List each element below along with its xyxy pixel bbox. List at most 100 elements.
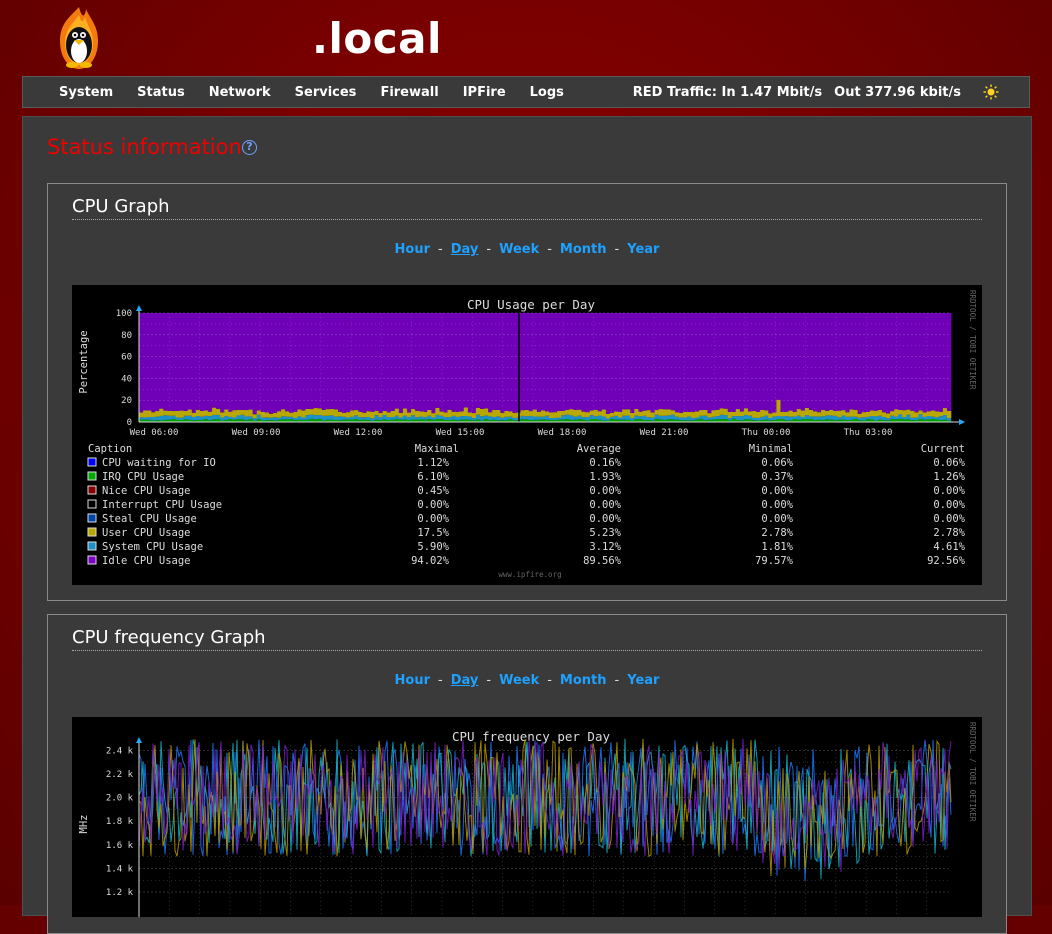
idle-area-segment: [334, 313, 338, 409]
area-segment: [192, 413, 196, 417]
idle-area-segment: [569, 313, 573, 409]
area-segment: [293, 412, 297, 418]
area-segment: [444, 412, 448, 417]
area-segment: [427, 410, 431, 416]
area-segment: [366, 417, 370, 420]
area-segment: [728, 418, 732, 420]
area-segment: [724, 415, 728, 419]
area-segment: [557, 420, 561, 422]
area-segment: [638, 412, 642, 417]
idle-area-segment: [638, 313, 642, 412]
area-segment: [720, 415, 724, 420]
area-segment: [659, 419, 663, 421]
area-segment: [399, 413, 403, 418]
area-segment: [143, 420, 147, 422]
legend-value: 4.61%: [933, 541, 965, 553]
idle-area-segment: [573, 313, 577, 410]
area-segment: [829, 415, 833, 419]
idle-area-segment: [216, 313, 220, 409]
area-segment: [675, 412, 679, 417]
area-segment: [224, 416, 228, 420]
range-month-link[interactable]: Month: [560, 242, 607, 257]
nav-item-ipfire[interactable]: IPFire: [463, 85, 506, 100]
area-segment: [927, 419, 931, 421]
area-segment: [910, 418, 914, 420]
area-segment: [220, 412, 224, 417]
freq-plot-area: [139, 739, 951, 917]
legend-swatch: [88, 486, 96, 494]
area-segment: [541, 417, 545, 420]
idle-area-segment: [322, 313, 326, 410]
legend-swatch: [88, 500, 96, 508]
area-segment: [423, 417, 427, 419]
nav-item-system[interactable]: System: [59, 85, 113, 100]
area-segment: [513, 413, 517, 418]
x-tick-label: Wed 09:00: [232, 428, 281, 438]
area-segment: [582, 412, 586, 418]
idle-area-segment: [232, 313, 236, 410]
idle-area-segment: [906, 313, 910, 410]
area-segment: [326, 409, 330, 416]
area-segment: [801, 417, 805, 419]
idle-area-segment: [208, 313, 212, 412]
area-segment: [265, 412, 269, 417]
area-segment: [228, 419, 232, 422]
idle-area-segment: [521, 313, 525, 410]
area-segment: [667, 409, 671, 415]
range-day-link[interactable]: Day: [451, 673, 479, 688]
range-hour-link[interactable]: Hour: [395, 673, 430, 688]
area-segment: [914, 417, 918, 420]
idle-area-segment: [687, 313, 691, 412]
nav-item-network[interactable]: Network: [209, 85, 271, 100]
range-day-link[interactable]: Day: [451, 242, 479, 257]
area-segment: [659, 416, 663, 420]
area-segment: [878, 410, 882, 416]
area-segment: [257, 415, 261, 419]
legend-value: 0.00%: [589, 499, 621, 511]
idle-area-segment: [427, 313, 431, 410]
idle-area-segment: [159, 313, 163, 409]
range-hour-link[interactable]: Hour: [395, 242, 430, 257]
idle-area-segment: [456, 313, 460, 412]
area-segment: [634, 416, 638, 420]
help-icon[interactable]: ?: [242, 140, 257, 155]
nav-item-services[interactable]: Services: [295, 85, 357, 100]
area-segment: [305, 415, 309, 420]
area-segment: [728, 412, 732, 418]
idle-area-segment: [204, 313, 208, 410]
area-segment: [358, 417, 362, 420]
idle-area-segment: [813, 313, 817, 411]
area-segment: [184, 411, 188, 416]
idle-area-segment: [598, 313, 602, 411]
idle-area-segment: [212, 313, 216, 408]
nav-item-logs[interactable]: Logs: [530, 85, 564, 100]
idle-area-segment: [618, 313, 622, 412]
idle-area-segment: [854, 313, 858, 410]
area-segment: [841, 416, 845, 420]
rrdtool-credit: RRDTOOL / TOBI OETIKER: [968, 290, 977, 390]
idle-area-segment: [228, 313, 232, 412]
sun-icon[interactable]: [983, 84, 999, 100]
range-week-link[interactable]: Week: [499, 242, 539, 257]
area-segment: [374, 411, 378, 415]
idle-area-segment: [435, 313, 439, 408]
area-segment: [776, 400, 780, 416]
idle-area-segment: [513, 313, 517, 413]
nav-item-status[interactable]: Status: [137, 85, 185, 100]
nav-item-firewall[interactable]: Firewall: [380, 85, 438, 100]
area-segment: [184, 416, 188, 419]
range-week-link[interactable]: Week: [499, 673, 539, 688]
area-segment: [797, 416, 801, 420]
area-segment: [236, 415, 240, 419]
area-segment: [691, 418, 695, 420]
area-segment: [452, 412, 456, 416]
area-segment: [236, 410, 240, 416]
area-segment: [866, 412, 870, 417]
range-month-link[interactable]: Month: [560, 673, 607, 688]
area-segment: [569, 415, 573, 420]
area-segment: [476, 415, 480, 420]
area-segment: [720, 408, 724, 414]
area-segment: [431, 418, 435, 420]
range-year-link[interactable]: Year: [627, 673, 659, 688]
range-year-link[interactable]: Year: [627, 242, 659, 257]
